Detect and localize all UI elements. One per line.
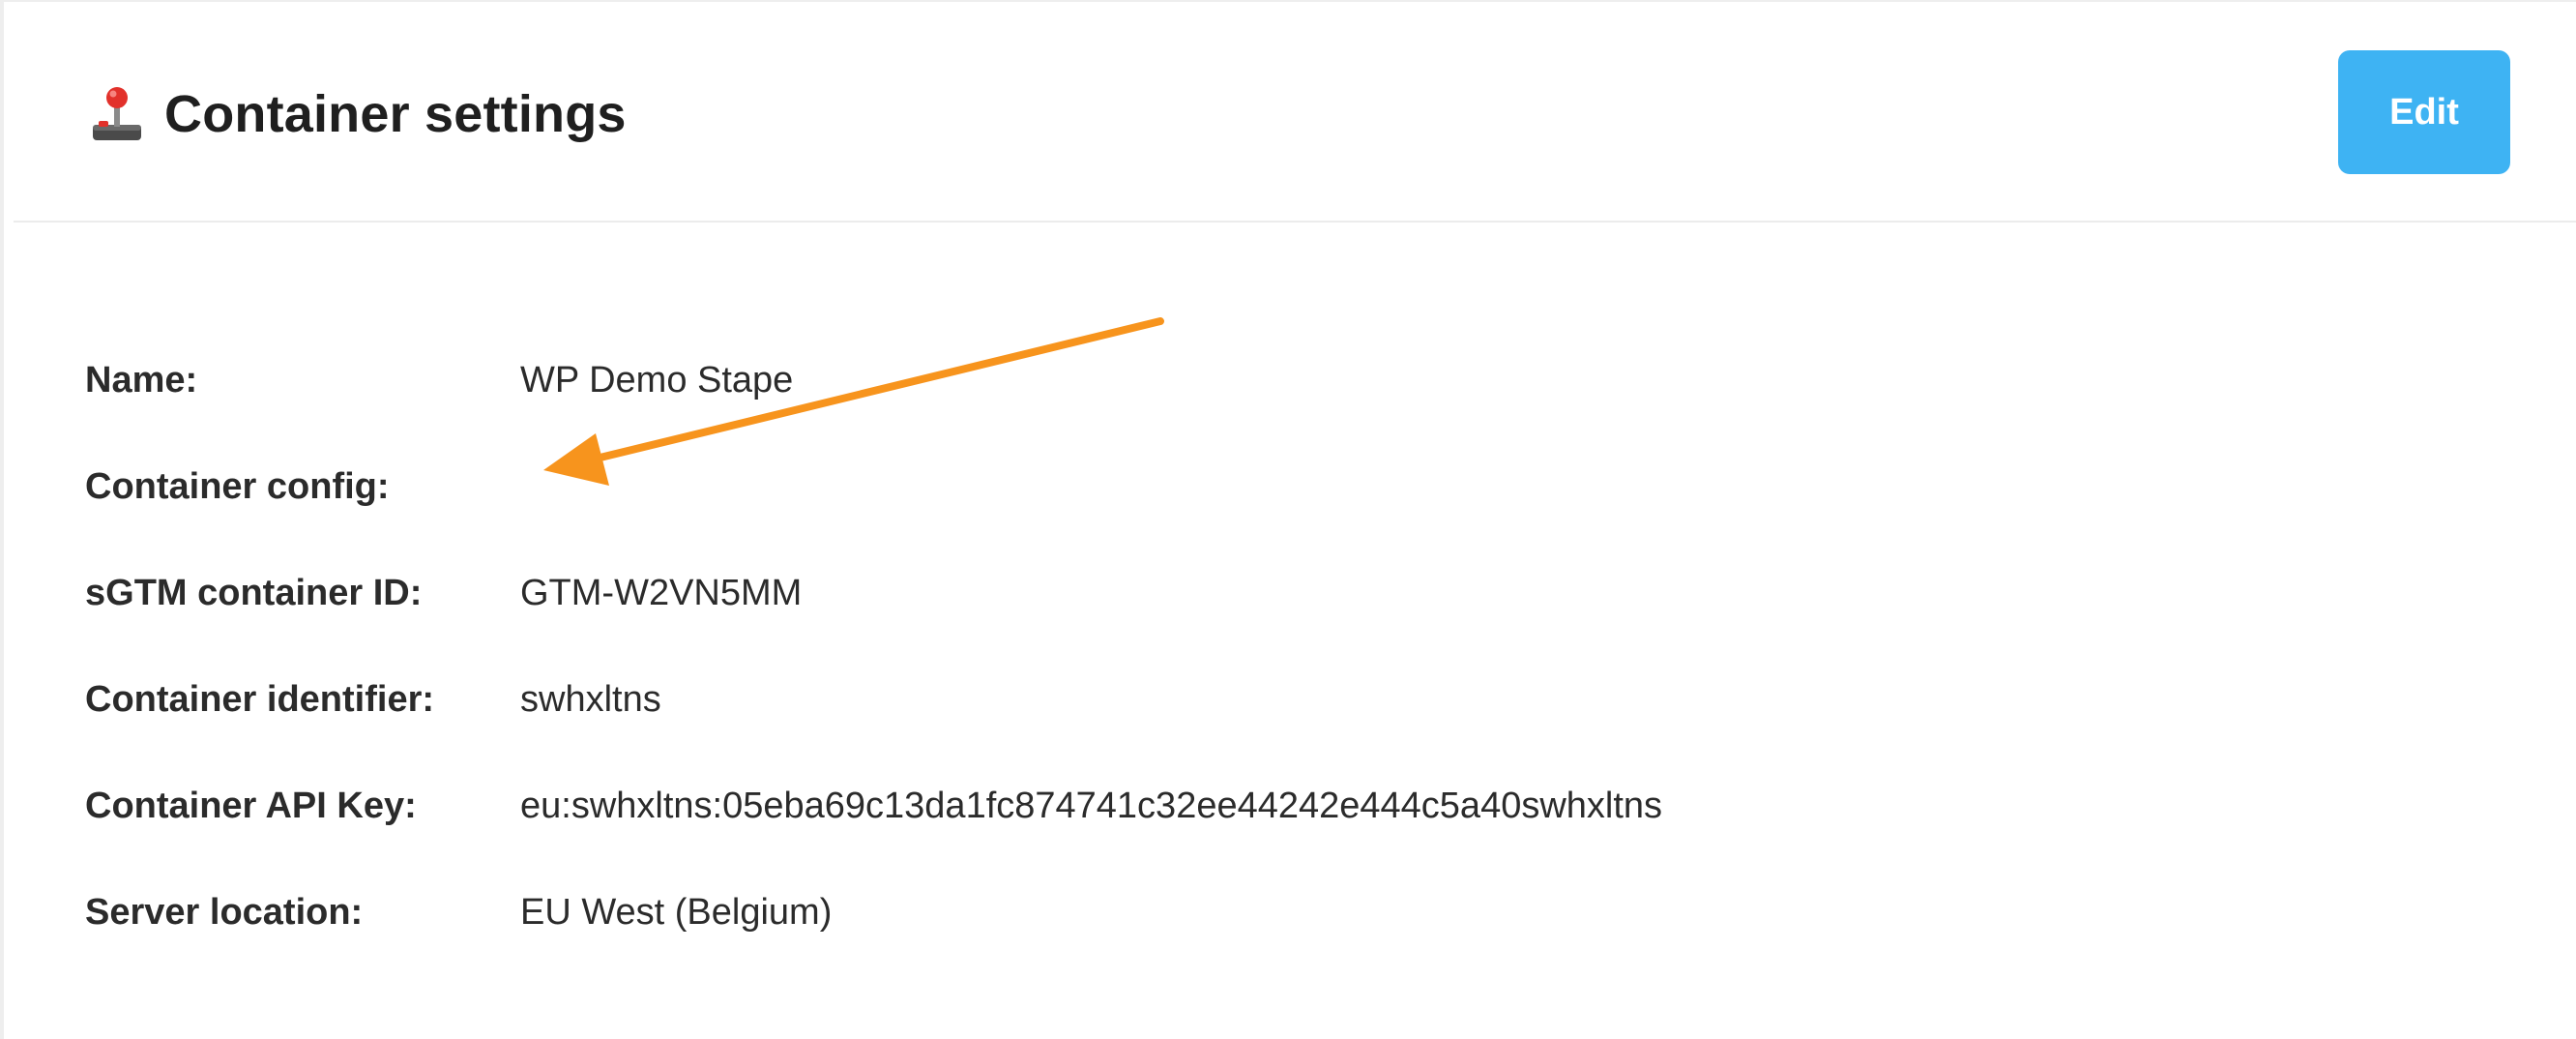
server-location-value: EU West (Belgium) xyxy=(520,891,833,933)
field-row-container-identifier: Container identifier: swhxltns xyxy=(85,646,2406,753)
sgtm-container-id-label: sGTM container ID: xyxy=(85,572,423,613)
edit-button[interactable]: Edit xyxy=(2338,50,2510,174)
container-api-key-value: eu:swhxltns:05eba69c13da1fc874741c32ee44… xyxy=(520,785,1663,826)
name-label: Name: xyxy=(85,359,198,401)
title-text: Container settings xyxy=(164,85,627,143)
field-row-container-config: Container config: xyxy=(85,433,2406,540)
sgtm-container-id-value: GTM-W2VN5MM xyxy=(520,572,803,613)
container-identifier-value: swhxltns xyxy=(520,678,661,720)
field-row-server-location: Server location: EU West (Belgium) xyxy=(85,859,2406,965)
container-config-label: Container config: xyxy=(85,465,390,507)
page-title: Container settings xyxy=(85,77,627,151)
container-settings-card: Container settings Edit Name: WP Demo St… xyxy=(0,0,2576,1039)
settings-fields: Name: WP Demo Stape Container config: sG… xyxy=(85,327,2406,965)
field-row-name: Name: WP Demo Stape xyxy=(85,327,2406,433)
container-identifier-label: Container identifier: xyxy=(85,678,435,720)
card-header: Container settings Edit xyxy=(14,2,2576,223)
page: Container settings Edit Name: WP Demo St… xyxy=(0,0,2576,1039)
joystick-icon xyxy=(85,82,149,146)
container-api-key-label: Container API Key: xyxy=(85,785,417,826)
field-row-sgtm-container-id: sGTM container ID: GTM-W2VN5MM xyxy=(85,540,2406,646)
server-location-label: Server location: xyxy=(85,891,364,933)
name-value: WP Demo Stape xyxy=(520,359,794,401)
field-row-container-api-key: Container API Key: eu:swhxltns:05eba69c1… xyxy=(85,753,2406,859)
